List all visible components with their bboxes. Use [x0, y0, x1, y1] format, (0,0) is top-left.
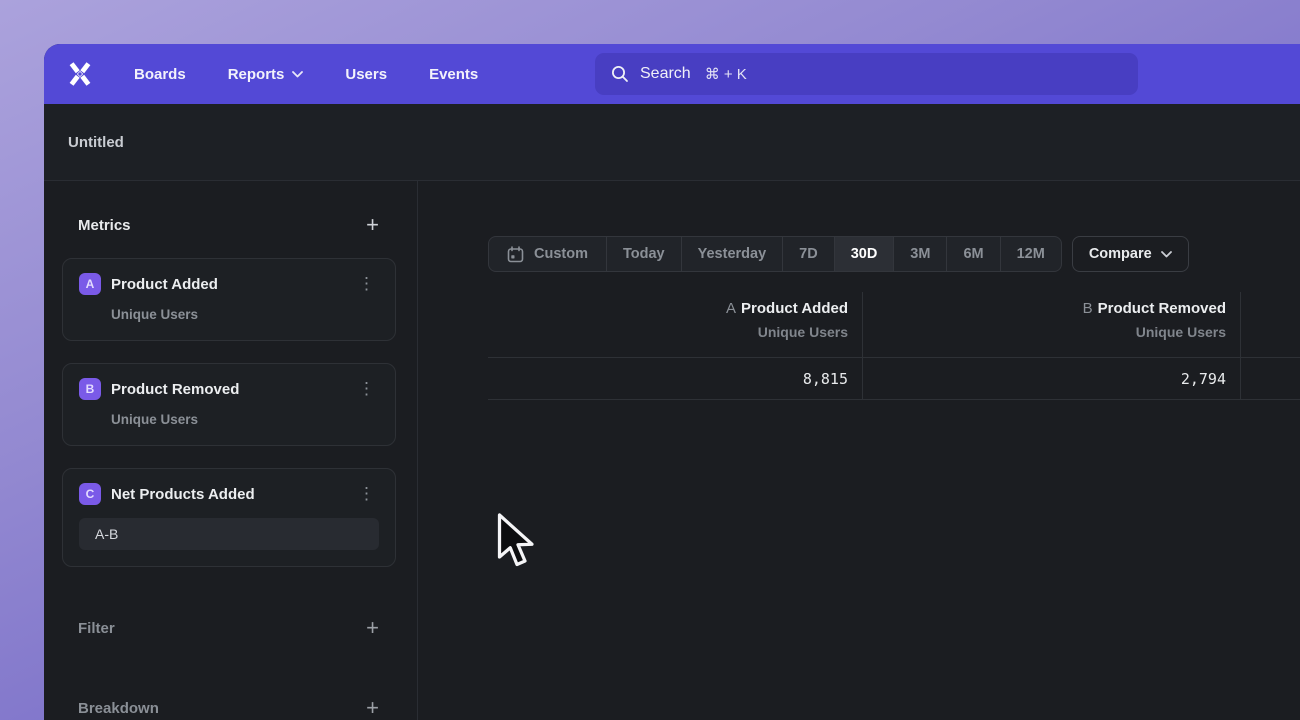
date-range-label: Custom [534, 246, 588, 262]
nav-item-boards[interactable]: Boards [134, 66, 186, 83]
column-name: Product Removed [1098, 300, 1226, 317]
chevron-down-icon [1161, 251, 1172, 258]
nav-item-label: Reports [228, 66, 285, 83]
breakdown-label: Breakdown [78, 700, 159, 717]
metric-measurement[interactable]: Unique Users [111, 307, 379, 322]
metrics-label: Metrics [78, 217, 131, 234]
breakdown-section-header: Breakdown + [78, 693, 379, 720]
top-navbar: Boards Reports Users Events Search ⌘ + K [44, 44, 1300, 104]
filter-section-header: Filter + [78, 613, 379, 643]
date-controls: Custom Today Yesterday 7D 30D 3M 6M 12M … [488, 236, 1189, 272]
date-range-label: 7D [799, 246, 818, 262]
column-header-c-clipped [1240, 292, 1300, 358]
date-range-7d[interactable]: 7D [782, 237, 834, 271]
column-subtitle: Unique Users [863, 324, 1226, 340]
nav-item-events[interactable]: Events [429, 66, 478, 83]
date-range-12m[interactable]: 12M [1000, 237, 1061, 271]
metric-menu-icon[interactable]: ⋮ [354, 486, 379, 502]
date-range-label: 3M [910, 246, 930, 262]
value-cell-c-clipped [1240, 358, 1300, 400]
metric-card-b[interactable]: B Product Removed ⋮ Unique Users [62, 363, 396, 446]
date-range-3m[interactable]: 3M [893, 237, 946, 271]
metric-badge-b: B [79, 378, 101, 400]
search-icon [611, 65, 629, 83]
nav-items: Boards Reports Users Events [134, 66, 478, 83]
column-prefix: B [1083, 300, 1093, 317]
search-shortcut: ⌘ + K [705, 65, 747, 83]
brand-x-icon [65, 59, 95, 89]
search-input[interactable]: Search ⌘ + K [595, 53, 1138, 95]
metric-name: Product Removed [111, 381, 354, 398]
report-titlebar: Untitled [44, 104, 1300, 181]
metric-badge-a: A [79, 273, 101, 295]
add-metric-button[interactable]: + [366, 215, 379, 235]
column-subtitle: Unique Users [488, 324, 848, 340]
add-filter-button[interactable]: + [366, 618, 379, 638]
filter-label: Filter [78, 620, 115, 637]
metric-card-a[interactable]: A Product Added ⋮ Unique Users [62, 258, 396, 341]
chevron-down-icon [292, 71, 303, 78]
metric-menu-icon[interactable]: ⋮ [354, 276, 379, 292]
date-range-picker: Custom Today Yesterday 7D 30D 3M 6M 12M [488, 236, 1062, 272]
metric-name: Product Added [111, 276, 354, 293]
calendar-icon [507, 246, 524, 263]
date-range-label: Yesterday [698, 246, 767, 262]
date-range-label: 30D [851, 246, 878, 262]
date-range-label: 6M [963, 246, 983, 262]
search-placeholder: Search [640, 65, 691, 83]
nav-item-label: Boards [134, 66, 186, 83]
column-prefix: A [726, 300, 736, 317]
metric-name: Net Products Added [111, 486, 354, 503]
column-header-a: A Product Added Unique Users [488, 292, 862, 358]
metrics-section-header: Metrics + [78, 210, 379, 240]
date-range-label: 12M [1017, 246, 1045, 262]
nav-item-users[interactable]: Users [345, 66, 387, 83]
column-name: Product Added [741, 300, 848, 317]
metric-measurement[interactable]: Unique Users [111, 412, 379, 427]
date-range-today[interactable]: Today [606, 237, 681, 271]
mixpanel-logo[interactable] [64, 58, 96, 90]
value-cell-b: 2,794 [862, 358, 1240, 400]
date-range-label: Today [623, 246, 665, 262]
compare-button[interactable]: Compare [1072, 236, 1189, 272]
query-builder-sidebar: Metrics + A Product Added ⋮ Unique Users… [44, 181, 418, 720]
date-range-yesterday[interactable]: Yesterday [681, 237, 783, 271]
compare-label: Compare [1089, 246, 1152, 262]
add-breakdown-button[interactable]: + [366, 698, 379, 718]
metrics-results-table: A Product Added Unique Users B Product Rem… [488, 292, 1300, 400]
report-title[interactable]: Untitled [68, 134, 124, 151]
column-header-b: B Product Removed Unique Users [862, 292, 1240, 358]
nav-item-label: Events [429, 66, 478, 83]
content-area: Metrics + A Product Added ⋮ Unique Users… [44, 181, 1300, 720]
date-range-30d[interactable]: 30D [834, 237, 894, 271]
metric-menu-icon[interactable]: ⋮ [354, 381, 379, 397]
metric-badge-c: C [79, 483, 101, 505]
date-range-custom[interactable]: Custom [489, 237, 606, 271]
app-window: Boards Reports Users Events Search ⌘ + K [44, 44, 1300, 720]
date-range-6m[interactable]: 6M [946, 237, 999, 271]
results-panel: Custom Today Yesterday 7D 30D 3M 6M 12M … [418, 181, 1300, 720]
value-cell-a: 8,815 [488, 358, 862, 400]
formula-input[interactable]: A-B [79, 518, 379, 550]
nav-item-reports[interactable]: Reports [228, 66, 304, 83]
metric-card-c[interactable]: C Net Products Added ⋮ A-B [62, 468, 396, 567]
nav-item-label: Users [345, 66, 387, 83]
